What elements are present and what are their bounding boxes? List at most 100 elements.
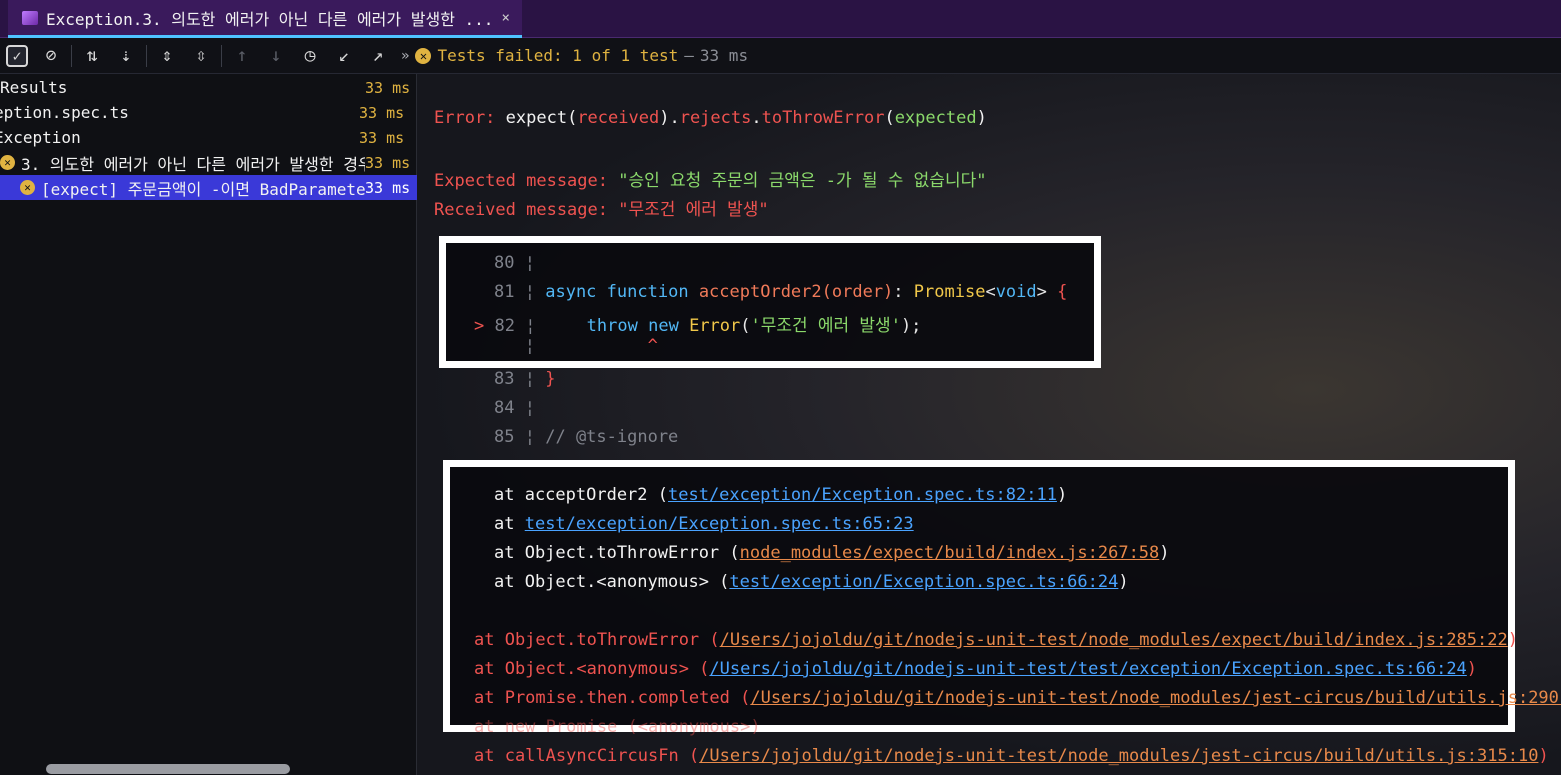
brace-close: } [545,369,556,389]
received-value: "무조건 에러 발생" [618,200,769,220]
stack-frame-prefix: at new Promise (<anonymous>) [474,717,761,737]
error-line-marker: > [474,316,485,336]
show-passed-button[interactable]: ✓ [0,38,34,74]
next-failed-button[interactable]: ↓ [259,38,293,74]
arrow-up-icon: ↑ [236,45,248,66]
stack-frame: at Promise.then.completed (/Users/jojold… [474,688,1561,708]
show-ignored-button[interactable]: ⊘ [34,38,68,74]
expand-all-button[interactable]: ⇕ [150,38,184,74]
status-separator: – [684,46,694,65]
matcher-dot: . [751,108,762,128]
code-line-83: 83 ¦ } [494,369,555,389]
tree-row-results[interactable]: Results 33 ms [0,75,417,100]
tab-test-run[interactable]: Exception.3. 의도한 에러가 아닌 다른 에러가 발생한 ... × [8,0,522,38]
stack-frame-prefix: at [494,514,525,534]
expand-all-icon: ⇕ [161,45,173,66]
stack-frame: at acceptOrder2 (test/exception/Exceptio… [494,485,1067,505]
code-line-82: > 82 ¦ throw new Error('무조건 에러 발생'); [474,311,921,336]
stack-frame-link[interactable]: /Users/jojoldu/git/nodejs-unit-test/node… [720,630,1508,650]
stack-frame-link[interactable]: /Users/jojoldu/git/nodejs-unit-test/node… [750,688,1561,708]
check-icon: ✓ [6,44,28,67]
fail-icon: ✕ [20,180,35,195]
tree-row-spec-file[interactable]: eption.spec.ts 33 ms [0,100,411,125]
tree-item-time: 33 ms [359,128,405,147]
tree-item-label: [expect] 주문금액이 -이면 BadParameter [41,179,365,199]
code-comment: // @ts-ignore [545,427,679,447]
tree-item-time: 33 ms [365,153,411,172]
test-status: ✕ Tests failed: 1 of 1 test – 33 ms [415,46,748,65]
tree-row-case-3[interactable]: ✕ 3. 의도한 에러가 아닌 다른 에러가 발생한 경우 33 ms [0,150,417,175]
matcher-close: ) [976,108,987,128]
collapse-all-icon: ⇳ [195,45,207,66]
keyword-throw: throw [586,316,638,336]
expected-label: Expected message: [434,171,619,191]
matcher-expect: expect( [505,108,578,128]
fail-icon: ✕ [415,47,432,64]
type-promise: Promise [913,282,986,302]
type-void: void [995,282,1037,302]
ban-icon: ⊘ [45,45,57,66]
code-line-80: 80 ¦ [494,253,535,273]
matcher-rejects: rejects [679,108,752,128]
export-icon: ↗ [372,45,384,66]
tree-item-label: 3. 의도한 에러가 아닌 다른 에러가 발생한 경우 [21,154,365,174]
tree-item-time: 33 ms [359,103,405,122]
gutter-bar: ¦ [524,253,535,273]
matcher-dot: . [669,108,680,128]
test-toolbar: ✓ ⊘ ⇅ ⇣ ⇕ ⇳ ↑ ↓ ◷ ↙ ↗ » ✕ Tests failed: … [0,38,1561,74]
stack-frame-link[interactable]: test/exception/Exception.spec.ts:66:24 [729,572,1118,592]
test-tree: Results 33 ms eption.spec.ts 33 ms Excep… [0,74,417,775]
stack-frame: at new Promise (<anonymous>) [474,717,761,737]
stack-frame-link[interactable]: node_modules/expect/build/index.js:267:5… [740,543,1160,563]
line-number: 85 [494,427,515,447]
stack-frame-link[interactable]: test/exception/Exception.spec.ts:82:11 [668,485,1057,505]
matcher-close: ) [659,108,670,128]
tree-item-label: Exception [0,128,81,147]
error-headline: Error: expect(received).rejects.toThrowE… [434,108,987,128]
sort-by-duration-button[interactable]: ⇣ [109,38,143,74]
stack-frame-link[interactable]: /Users/jojoldu/git/nodejs-unit-test/node… [699,746,1538,766]
tree-item-label: eption.spec.ts [0,103,129,122]
stack-frame-suffix: ) [1507,630,1518,650]
keyword-new: new [648,316,679,336]
console-output: Error: expect(received).rejects.toThrowE… [418,74,1561,775]
close-icon[interactable]: × [501,10,509,26]
line-number: 80 [494,253,515,273]
angle-close: > [1036,282,1047,302]
tree-row-expect-selected[interactable]: ✕ [expect] 주문금액이 -이면 BadParameter 33 ms [0,175,417,200]
export-tests-button[interactable]: ↗ [361,38,395,74]
horizontal-scrollbar[interactable] [46,764,290,774]
toolbar-divider [71,44,72,67]
gutter-bar: ¦ [525,316,536,336]
line-number: 83 [494,369,515,389]
tab-title: Exception.3. 의도한 에러가 아닌 다른 에러가 발생한 ... [46,9,494,29]
toolbar-divider [146,44,147,67]
sort-duration-icon: ⇣ [120,45,132,66]
matcher-expected: expected [894,108,977,128]
stack-frame-suffix: ) [1056,485,1068,505]
stack-frame-prefix: at Object.toThrowError ( [494,543,740,563]
string-literal: '무조건 에러 발생' [750,316,901,336]
stack-frame-suffix: ) [1159,543,1170,563]
class-error: Error [689,316,741,336]
sort-alphabetically-button[interactable]: ⇅ [75,38,109,74]
clock-search-icon: ◷ [304,45,316,66]
stack-frame-prefix: at acceptOrder2 ( [494,485,668,505]
fail-icon: ✕ [0,155,15,170]
paren-open: ( [740,316,751,336]
previous-failed-button[interactable]: ↑ [225,38,259,74]
stack-frame: at callAsyncCircusFn (/Users/jojoldu/git… [474,746,1549,766]
stack-frame-link[interactable]: test/exception/Exception.spec.ts:65:23 [525,514,914,534]
test-history-button[interactable]: ◷ [293,38,327,74]
collapse-all-button[interactable]: ⇳ [184,38,218,74]
tree-item-time: 33 ms [365,178,411,197]
stack-frame: at Object.toThrowError (node_modules/exp… [494,543,1170,563]
tree-row-suite[interactable]: Exception 33 ms [0,125,411,150]
code-line-81: 81 ¦ async function acceptOrder2(order):… [494,282,1067,302]
colon: : [893,282,914,302]
stack-frame-link[interactable]: /Users/jojoldu/git/nodejs-unit-test/test… [709,659,1466,679]
stack-frame-prefix: at Object.toThrowError ( [474,630,720,650]
status-text: Tests failed: 1 of 1 test [437,46,679,65]
more-actions-button[interactable]: » [401,48,409,64]
import-tests-button[interactable]: ↙ [327,38,361,74]
